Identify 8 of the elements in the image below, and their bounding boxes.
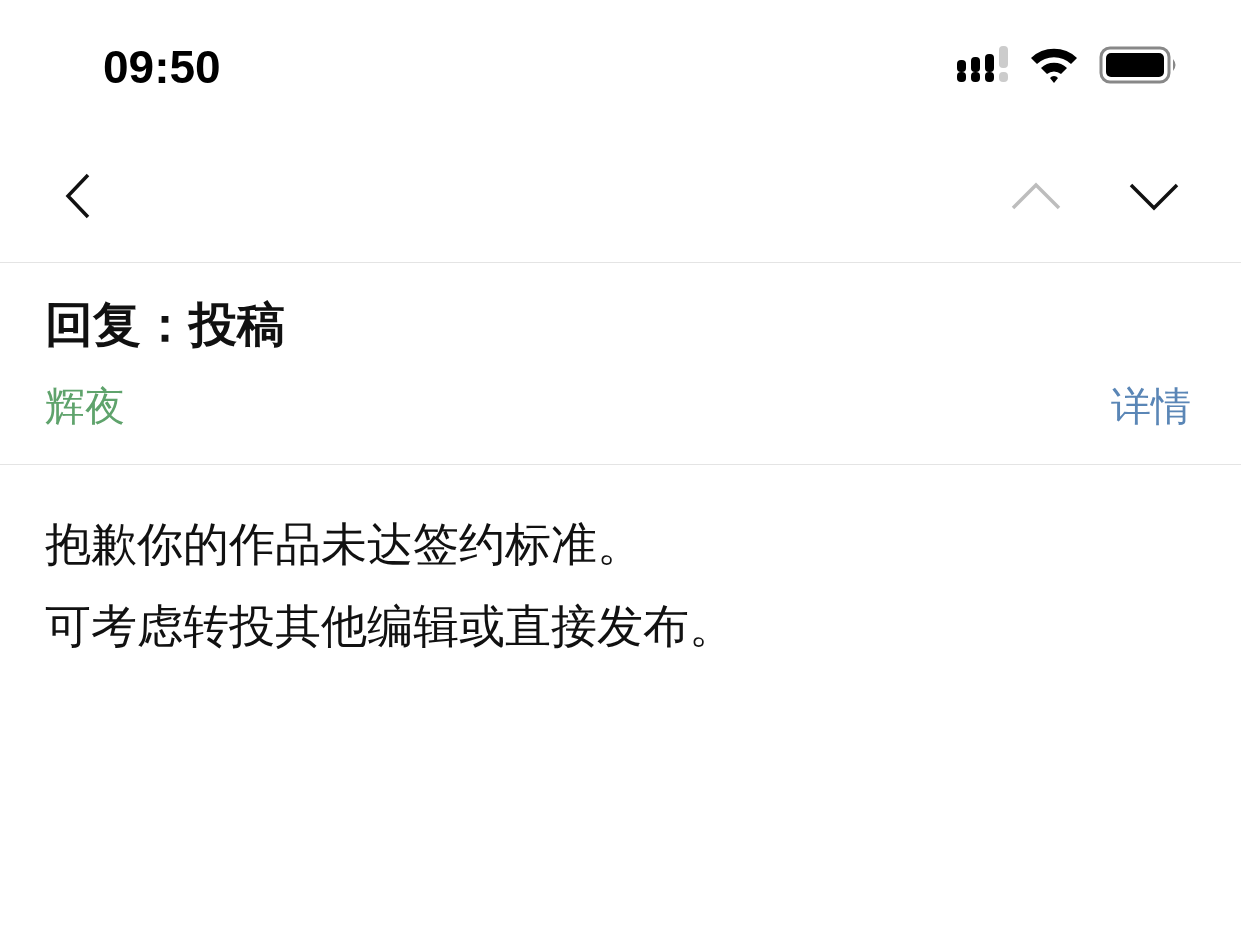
signal-icon <box>957 46 1009 84</box>
status-time: 09:50 <box>103 40 221 94</box>
details-link[interactable]: 详情 <box>1111 379 1191 434</box>
message-body-line: 抱歉你的作品未达签约标准。 <box>45 516 644 573</box>
wifi-icon <box>1029 46 1079 84</box>
sender-name: 辉夜 <box>45 382 125 431</box>
message-subject: 回复：投稿 <box>45 295 286 354</box>
message-body-line: 可考虑转投其他编辑或直接发布。 <box>45 598 736 655</box>
